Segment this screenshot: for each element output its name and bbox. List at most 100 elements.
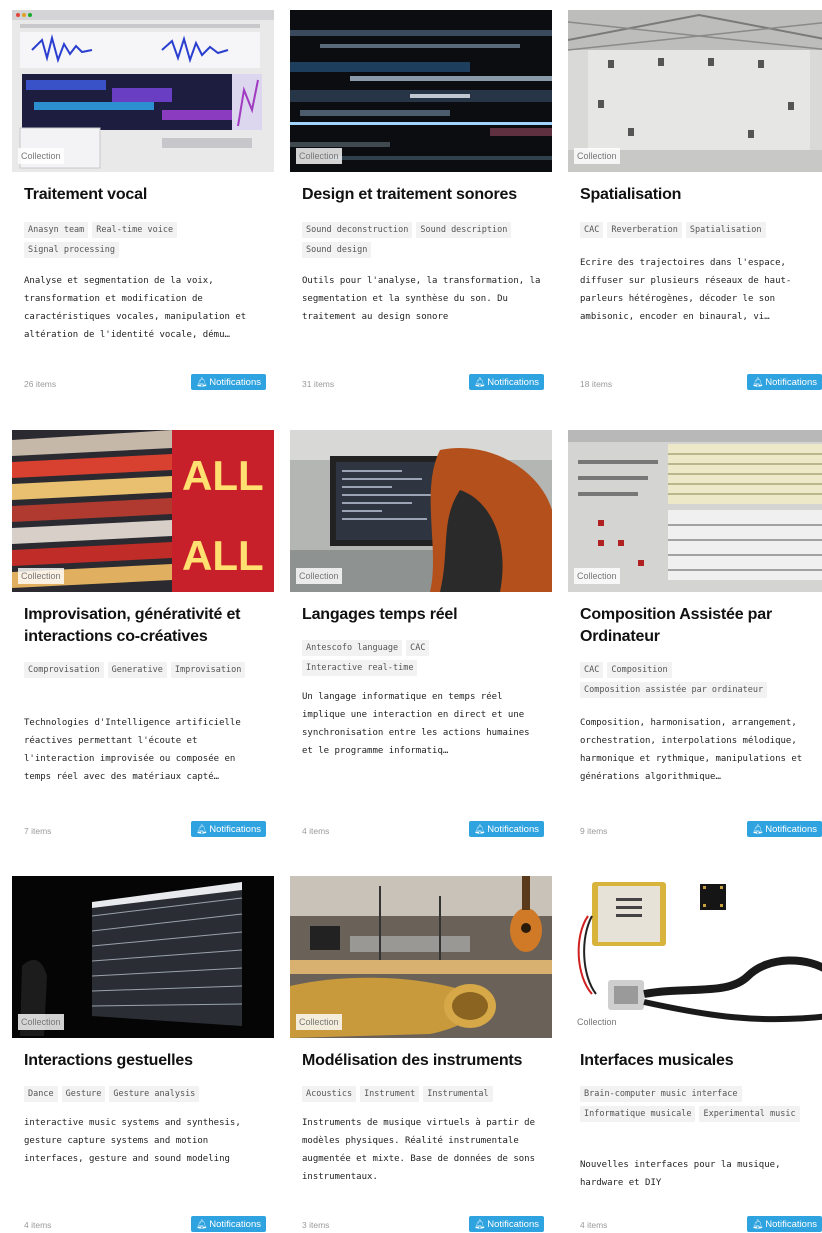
notifications-label: Notifications xyxy=(209,1219,261,1230)
tag[interactable]: Acoustics xyxy=(302,1086,357,1102)
collection-card[interactable]: Collection Traitement vocal Anasyn team R… xyxy=(12,10,274,400)
tag[interactable]: Composition assistée par ordinateur xyxy=(580,682,768,698)
card-image[interactable]: Collection xyxy=(568,10,822,172)
tag[interactable]: Spatialisation xyxy=(685,222,766,238)
collection-badge: Collection xyxy=(574,148,620,164)
collection-card[interactable]: Collection Interactions gestuelles Dance… xyxy=(12,876,274,1233)
tag[interactable]: Comprovisation xyxy=(24,662,104,678)
tag[interactable]: Gesture xyxy=(61,1086,106,1102)
card-title[interactable]: Composition Assistée par Ordinateur xyxy=(580,604,820,648)
collections-grid: Collection Traitement vocal Anasyn team R… xyxy=(0,0,822,1233)
card-title[interactable]: Design et traitement sonores xyxy=(302,184,542,206)
tag[interactable]: Sound design xyxy=(302,242,372,258)
card-image[interactable]: Collection xyxy=(568,876,822,1038)
collection-card[interactable]: ALL ALL Collection Improvisation, généra… xyxy=(12,430,274,850)
card-image[interactable]: ALL ALL Collection xyxy=(12,430,274,592)
card-title[interactable]: Improvisation, générativité et interacti… xyxy=(24,604,264,648)
card-description: Outils pour l'analyse, la transformation… xyxy=(302,276,541,322)
tag[interactable]: Dance xyxy=(24,1086,58,1102)
tag[interactable]: Sound deconstruction xyxy=(302,222,413,238)
card-description: Technologies d'Intelligence artificielle… xyxy=(24,718,241,782)
tag[interactable]: Instrumental xyxy=(423,1086,493,1102)
notifications-button[interactable]: 🔔︎ Notifications xyxy=(746,1216,822,1232)
tag-list: Dance Gesture Gesture analysis xyxy=(24,1086,269,1106)
card-image[interactable]: Collection xyxy=(12,10,274,172)
collection-badge: Collection xyxy=(18,148,64,164)
tag[interactable]: Experimental music xyxy=(699,1106,800,1122)
tag[interactable]: Antescofo language xyxy=(302,640,403,656)
tag[interactable]: Real-time voice xyxy=(92,222,178,238)
tag[interactable]: Anasyn team xyxy=(24,222,89,238)
tag[interactable]: Interactive real-time xyxy=(302,660,418,676)
item-count: 18 items xyxy=(580,379,613,389)
tag[interactable]: CAC xyxy=(580,222,604,238)
collection-card[interactable]: Collection Spatialisation CAC Reverberati… xyxy=(568,10,822,400)
tag[interactable]: Instrument xyxy=(360,1086,420,1102)
notifications-button[interactable]: 🔔︎ Notifications xyxy=(468,1216,544,1232)
item-count: 4 items xyxy=(24,1220,52,1230)
card-image[interactable]: Collection xyxy=(290,430,552,592)
collection-card[interactable]: Collection Modélisation des instruments … xyxy=(290,876,552,1233)
tag-list: CAC Reverberation Spatialisation xyxy=(580,222,822,242)
item-count: 7 items xyxy=(24,826,52,836)
bell-icon: 🔔︎ xyxy=(751,1219,764,1229)
notifications-button[interactable]: 🔔︎ Notifications xyxy=(190,1216,266,1232)
tag[interactable]: Brain-computer music interface xyxy=(580,1086,742,1102)
card-title[interactable]: Modélisation des instruments xyxy=(302,1050,542,1072)
tag[interactable]: CAC xyxy=(406,640,430,656)
notifications-button[interactable]: 🔔︎ Notifications xyxy=(190,821,266,837)
tag-list: Antescofo language CAC Interactive real-ti… xyxy=(302,640,547,680)
collection-badge: Collection xyxy=(296,568,342,584)
tag[interactable]: Improvisation xyxy=(170,662,246,678)
notifications-button[interactable]: 🔔︎ Notifications xyxy=(468,374,544,390)
tag-list: Brain-computer music interface Informatiq… xyxy=(580,1086,822,1126)
notifications-button[interactable]: 🔔︎ Notifications xyxy=(190,374,266,390)
card-title[interactable]: Langages temps réel xyxy=(302,604,542,626)
card-title[interactable]: Spatialisation xyxy=(580,184,820,206)
card-image[interactable]: Collection xyxy=(290,876,552,1038)
notifications-button[interactable]: 🔔︎ Notifications xyxy=(746,821,822,837)
item-count: 26 items xyxy=(24,379,57,389)
tag[interactable]: Composition xyxy=(607,662,672,678)
notifications-label: Notifications xyxy=(765,824,817,835)
bell-icon: 🔔︎ xyxy=(473,377,486,387)
notifications-label: Notifications xyxy=(209,377,261,388)
card-title[interactable]: Interactions gestuelles xyxy=(24,1050,264,1072)
svg-text:ALL: ALL xyxy=(182,452,264,499)
card-title[interactable]: Interfaces musicales xyxy=(580,1050,820,1072)
notifications-label: Notifications xyxy=(209,824,261,835)
collection-badge: Collection xyxy=(574,1014,620,1030)
card-image[interactable]: Collection xyxy=(12,876,274,1038)
collection-badge: Collection xyxy=(296,148,342,164)
tag[interactable]: Gesture analysis xyxy=(109,1086,200,1102)
notifications-label: Notifications xyxy=(487,824,539,835)
card-image[interactable]: Collection xyxy=(568,430,822,592)
collection-badge: Collection xyxy=(18,1014,64,1030)
notifications-button[interactable]: 🔔︎ Notifications xyxy=(468,821,544,837)
tag[interactable]: Generative xyxy=(107,662,167,678)
notifications-button[interactable]: 🔔︎ Notifications xyxy=(746,374,822,390)
tag[interactable]: Sound description xyxy=(416,222,512,238)
collection-badge: Collection xyxy=(296,1014,342,1030)
collection-card[interactable]: Collection Langages temps réel Antescofo… xyxy=(290,430,552,850)
card-image[interactable]: Collection xyxy=(290,10,552,172)
item-count: 3 items xyxy=(302,1220,330,1230)
tag[interactable]: Informatique musicale xyxy=(580,1106,696,1122)
card-title[interactable]: Traitement vocal xyxy=(24,184,264,206)
tag[interactable]: Signal processing xyxy=(24,242,119,258)
bell-icon: 🔔︎ xyxy=(751,824,764,834)
collection-card[interactable]: Collection Composition Assistée par Ordi… xyxy=(568,430,822,850)
tag[interactable]: Reverberation xyxy=(607,222,682,238)
tag-list: Comprovisation Generative Improvisation xyxy=(24,662,269,682)
tag[interactable]: CAC xyxy=(580,662,604,678)
item-count: 4 items xyxy=(302,826,330,836)
collection-card[interactable]: Collection Interfaces musicales Brain-co… xyxy=(568,876,822,1233)
bell-icon: 🔔︎ xyxy=(751,377,764,387)
notifications-label: Notifications xyxy=(487,377,539,388)
tag-list: CAC Composition Composition assistée par o… xyxy=(580,662,822,702)
bell-icon: 🔔︎ xyxy=(195,1219,208,1229)
bell-icon: 🔔︎ xyxy=(195,824,208,834)
notifications-label: Notifications xyxy=(487,1219,539,1230)
card-description: Nouvelles interfaces pour la musique, ha… xyxy=(580,1160,781,1188)
collection-card[interactable]: Collection Design et traitement sonores … xyxy=(290,10,552,400)
